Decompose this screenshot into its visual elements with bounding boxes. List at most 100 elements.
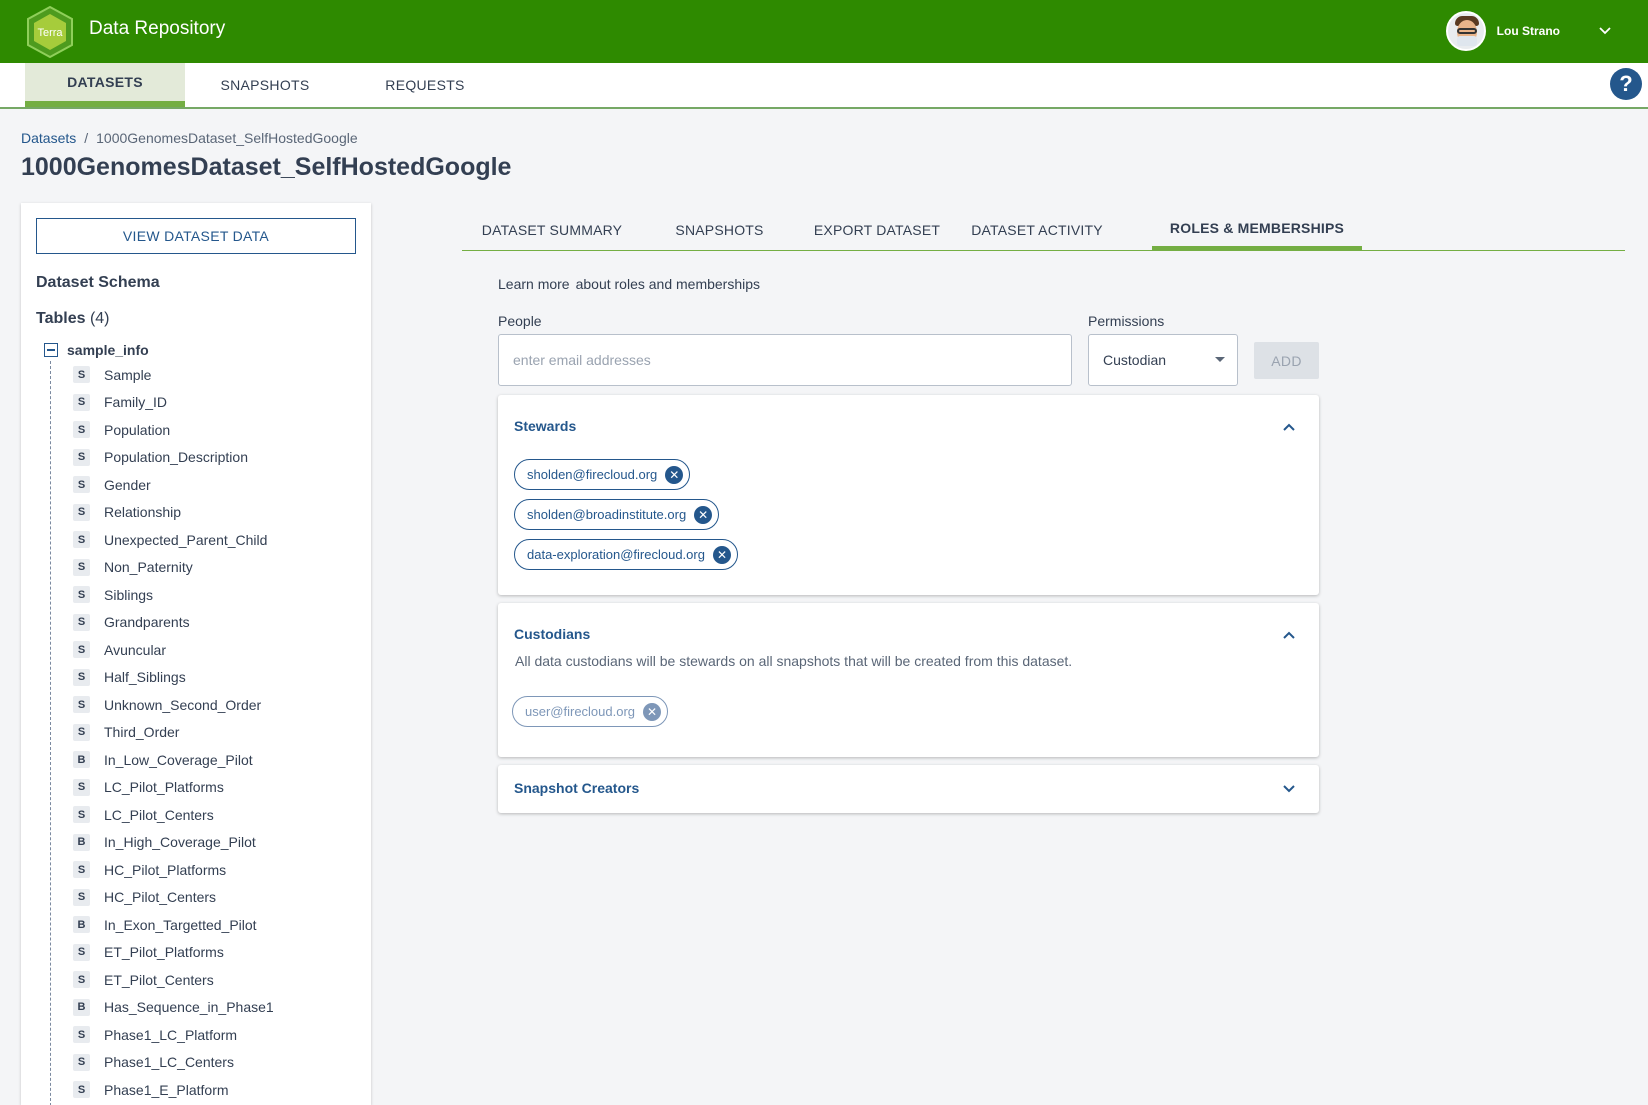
column-name[interactable]: ET_Pilot_Platforms — [104, 944, 224, 960]
permission-value: Custodian — [1103, 352, 1167, 368]
tab-roles-memberships[interactable]: ROLES & MEMBERSHIPS — [1152, 210, 1362, 250]
column-row[interactable]: S Siblings — [73, 581, 274, 609]
column-type-badge: S — [73, 806, 90, 824]
column-row[interactable]: S Unexpected_Parent_Child — [73, 526, 274, 554]
column-row[interactable]: S Grandparents — [73, 609, 274, 637]
column-name[interactable]: Has_Sequence_in_Phase1 — [104, 999, 274, 1015]
column-row[interactable]: S ET_Pilot_Centers — [73, 966, 274, 994]
column-name[interactable]: Third_Order — [104, 724, 179, 740]
column-row[interactable]: S Non_Paternity — [73, 554, 274, 582]
custodians-title[interactable]: Custodians — [514, 626, 590, 642]
column-name[interactable]: Sample — [104, 367, 151, 383]
user-name[interactable]: Lou Strano — [1497, 24, 1560, 38]
column-type-badge: S — [73, 1053, 90, 1071]
column-row[interactable]: S Sample — [73, 361, 274, 389]
column-row[interactable]: S Gender — [73, 471, 274, 499]
column-row[interactable]: B In_High_Coverage_Pilot — [73, 829, 274, 857]
column-name[interactable]: Grandparents — [104, 614, 190, 630]
column-row[interactable]: S Relationship — [73, 499, 274, 527]
column-row[interactable]: B Has_Sequence_in_Phase1 — [73, 994, 274, 1022]
column-type-badge: S — [73, 366, 90, 384]
snapshot-creators-panel: Snapshot Creators — [498, 765, 1319, 813]
column-name[interactable]: In_Low_Coverage_Pilot — [104, 752, 253, 768]
people-email-input[interactable] — [498, 334, 1072, 386]
remove-member-icon[interactable]: ✕ — [665, 465, 684, 484]
column-name[interactable]: ET_Pilot_Centers — [104, 972, 214, 988]
view-dataset-data-button[interactable]: VIEW DATASET DATA — [36, 218, 356, 254]
remove-member-icon[interactable]: ✕ — [694, 505, 713, 524]
column-name[interactable]: Non_Paternity — [104, 559, 193, 575]
column-name[interactable]: HC_Pilot_Centers — [104, 889, 216, 905]
column-row[interactable]: S Phase1_LC_Platform — [73, 1021, 274, 1049]
terra-logo[interactable]: Terra — [26, 6, 74, 58]
chevron-down-icon[interactable] — [1281, 781, 1297, 797]
column-row[interactable]: S HC_Pilot_Centers — [73, 884, 274, 912]
nav-tab-snapshots[interactable]: SNAPSHOTS — [185, 63, 345, 107]
column-name[interactable]: Unknown_Second_Order — [104, 697, 261, 713]
stewards-title[interactable]: Stewards — [514, 418, 576, 434]
column-name[interactable]: Phase1_LC_Platform — [104, 1027, 237, 1043]
learn-more-link[interactable]: Learn more — [498, 276, 570, 292]
column-name[interactable]: In_Exon_Targetted_Pilot — [104, 917, 257, 933]
column-list: S Sample S Family_ID S Population S Population_… — [73, 361, 274, 1104]
column-row[interactable]: S Population — [73, 416, 274, 444]
column-name[interactable]: Relationship — [104, 504, 181, 520]
column-row[interactable]: B In_Low_Coverage_Pilot — [73, 746, 274, 774]
tables-label: Tables — [36, 310, 86, 327]
column-row[interactable]: S Unknown_Second_Order — [73, 691, 274, 719]
column-name[interactable]: Avuncular — [104, 642, 166, 658]
snapshot-creators-title[interactable]: Snapshot Creators — [514, 780, 639, 796]
column-name[interactable]: Siblings — [104, 587, 153, 603]
column-row[interactable]: S LC_Pilot_Platforms — [73, 774, 274, 802]
column-row[interactable]: S Avuncular — [73, 636, 274, 664]
column-row[interactable]: S Population_Description — [73, 444, 274, 472]
column-name[interactable]: Gender — [104, 477, 151, 493]
nav-tab-datasets[interactable]: DATASETS — [25, 63, 185, 107]
tab-snapshots[interactable]: SNAPSHOTS — [642, 210, 797, 250]
column-name[interactable]: Phase1_LC_Centers — [104, 1054, 234, 1070]
column-name[interactable]: Population — [104, 422, 170, 438]
column-name[interactable]: HC_Pilot_Platforms — [104, 862, 226, 878]
tab-dataset-activity[interactable]: DATASET ACTIVITY — [957, 210, 1117, 250]
table-name[interactable]: sample_info — [67, 342, 149, 358]
column-name[interactable]: LC_Pilot_Centers — [104, 807, 214, 823]
member-email: data-exploration@firecloud.org — [527, 547, 705, 562]
column-type-badge: S — [73, 668, 90, 686]
column-row[interactable]: S Family_ID — [73, 389, 274, 417]
add-button[interactable]: ADD — [1254, 342, 1319, 379]
column-name[interactable]: LC_Pilot_Platforms — [104, 779, 224, 795]
tab-dataset-summary[interactable]: DATASET SUMMARY — [462, 210, 642, 250]
column-name[interactable]: Half_Siblings — [104, 669, 186, 685]
remove-member-icon[interactable]: ✕ — [643, 702, 662, 721]
tab-export-dataset[interactable]: EXPORT DATASET — [797, 210, 957, 250]
column-row[interactable]: S Half_Siblings — [73, 664, 274, 692]
chevron-down-icon[interactable] — [1598, 26, 1612, 36]
column-name[interactable]: In_High_Coverage_Pilot — [104, 834, 256, 850]
remove-member-icon[interactable]: ✕ — [712, 545, 731, 564]
column-row[interactable]: S ET_Pilot_Platforms — [73, 939, 274, 967]
column-name[interactable]: Population_Description — [104, 449, 248, 465]
column-row[interactable]: S Third_Order — [73, 719, 274, 747]
collapse-icon[interactable] — [44, 343, 58, 357]
breadcrumb-datasets-link[interactable]: Datasets — [21, 130, 76, 146]
column-name[interactable]: Phase1_E_Platform — [104, 1082, 229, 1098]
column-row[interactable]: S HC_Pilot_Platforms — [73, 856, 274, 884]
permission-select[interactable]: Custodian — [1088, 334, 1238, 386]
tables-count: (4) — [89, 310, 110, 327]
column-row[interactable]: S Phase1_LC_Centers — [73, 1049, 274, 1077]
column-type-badge: S — [73, 613, 90, 631]
top-bar: Terra Data Repository Lou Strano — [0, 0, 1648, 63]
user-menu[interactable]: Lou Strano — [1445, 11, 1612, 51]
chevron-up-icon[interactable] — [1281, 627, 1297, 643]
table-node-sample-info[interactable]: sample_info — [44, 342, 149, 358]
column-row[interactable]: B In_Exon_Targetted_Pilot — [73, 911, 274, 939]
help-icon[interactable]: ? — [1610, 68, 1642, 100]
nav-tab-requests[interactable]: REQUESTS — [345, 63, 505, 107]
member-chip: sholden@broadinstitute.org ✕ — [514, 499, 720, 530]
column-row[interactable]: S LC_Pilot_Centers — [73, 801, 274, 829]
column-row[interactable]: S Phase1_E_Platform — [73, 1076, 274, 1104]
avatar[interactable] — [1445, 11, 1486, 51]
column-name[interactable]: Family_ID — [104, 394, 167, 410]
column-name[interactable]: Unexpected_Parent_Child — [104, 532, 267, 548]
chevron-up-icon[interactable] — [1281, 419, 1297, 435]
